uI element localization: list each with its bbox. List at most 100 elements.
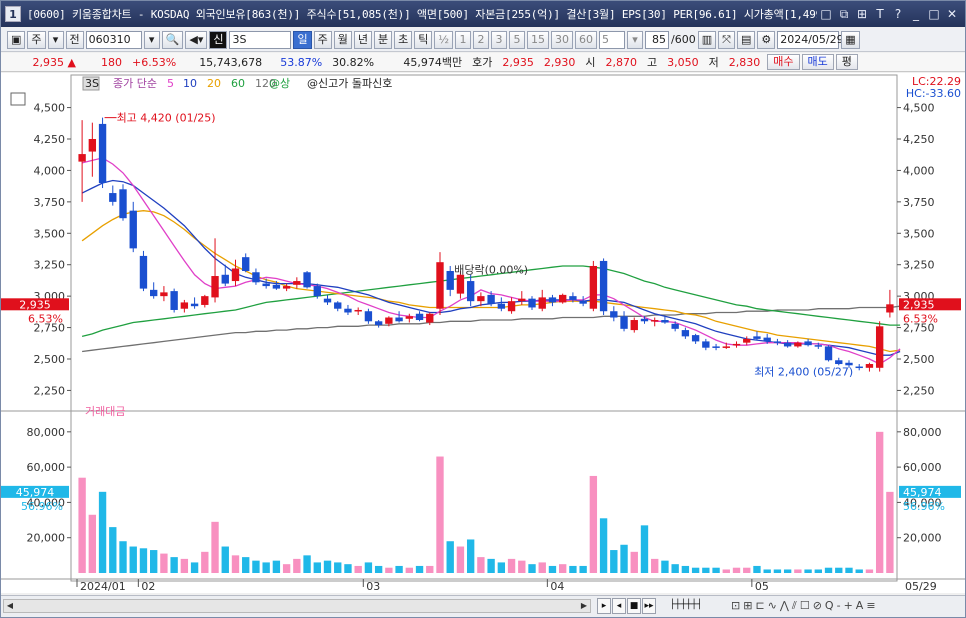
ma-legend-5: 5 [167,77,174,90]
candle-body [98,123,107,183]
code-dropdown-icon[interactable]: ▾ [143,30,160,49]
font-icon[interactable]: T [871,7,889,22]
candle-body [886,304,894,313]
speaker-icon[interactable]: ◀▾ [185,30,208,49]
fraction-button[interactable]: ½ [434,30,454,49]
minute-5[interactable]: 5 [509,30,526,49]
title-bar: 1 [0600] 키움종합차트 - KOSDAQ 외국인보유[863(천)] 주… [1,1,965,27]
minute-3[interactable]: 3 [491,30,508,49]
volume-bar [865,569,874,573]
horizontal-scrollbar[interactable]: ◀ ▶ [3,599,591,613]
volume-bar [671,564,679,573]
open-label: 시 [585,56,596,69]
period-second[interactable]: 초 [394,30,413,49]
minute-1[interactable]: 1 [455,30,472,49]
chart-type-icon[interactable]: ▥ [697,30,717,49]
period-year[interactable]: 년 [353,30,372,49]
candle-body [712,346,720,348]
tool-box-icon[interactable]: ☐ [800,599,810,613]
tool-grid-icon[interactable]: ⊞ [743,599,752,613]
volume-bar [681,565,690,573]
text-size-icon[interactable]: A [856,599,864,613]
app-icon[interactable]: 1 [5,6,21,22]
close-icon[interactable]: ✕ [943,7,961,22]
candle-body [436,262,444,309]
volume-bar [272,560,281,573]
stock-name-field[interactable]: 3S [229,30,292,49]
tool-bracket-icon[interactable]: ⊏ [755,599,764,613]
zoom-slider[interactable]: ├┼┼┼┼┤ [657,598,715,614]
volume-bar [589,475,598,573]
minute-60[interactable]: 60 [575,30,598,49]
gear-icon[interactable]: ⚙ [757,30,776,49]
tile-icon[interactable]: ⧉ [835,7,853,22]
period-day[interactable]: 일 [293,30,312,49]
candle-body [732,343,741,346]
minimize-icon[interactable]: _ [907,7,925,22]
x-tick-label: 05 [755,580,769,593]
tool-wave-icon[interactable]: ∿ [768,599,777,613]
volume-bar [415,565,424,573]
minute-2[interactable]: 2 [473,30,490,49]
back-icon[interactable]: ◂ [612,598,626,614]
zoom-icon[interactable]: Q [825,599,834,613]
volume-bar [518,560,526,573]
x-tick-label: 2024/01 [80,580,126,593]
maximize-icon[interactable]: □ [925,7,943,22]
count-dropdown-icon[interactable]: ▾ [627,30,644,49]
period-tick[interactable]: 틱 [414,30,433,49]
chart-area[interactable]: 4,500 4,500 4,250 4,250 4,000 4,000 3,750 3,750… [1,73,965,593]
buy-button[interactable]: 매수 [767,54,800,70]
period-week[interactable]: 주 [313,30,332,49]
y-tick-label-right: 3,500 [903,227,935,240]
count-input[interactable]: 5 [599,30,626,49]
volume-bar [354,565,362,573]
volume-bar [395,565,403,573]
save-icon[interactable]: ▤ [736,30,756,49]
price-chart[interactable]: 4,500 4,500 4,250 4,250 4,000 4,000 3,750 3,750… [1,73,965,593]
date-input[interactable]: 2024/05/29 [777,30,844,49]
menu-icon[interactable]: ▣ [7,30,26,49]
list-icon[interactable]: ≡ [866,599,875,613]
scroll-left-icon[interactable]: ◀ [4,600,16,612]
play-icon[interactable]: ▸ [597,598,611,614]
sell-button[interactable]: 매도 [801,54,834,70]
calendar-icon[interactable]: ▦ [841,30,860,49]
help-icon[interactable]: ? [889,7,907,22]
candle-body [119,189,127,219]
volume-bar [702,567,710,573]
scroll-right-icon[interactable]: ▶ [578,600,590,612]
candle-body [599,260,608,312]
tool-snapshot-icon[interactable]: ⊡ [731,599,740,613]
pin-icon[interactable]: ⊞ [853,7,871,22]
volume-bar [610,550,618,573]
volume-bar [303,555,311,573]
change-percent: +6.53% [132,55,177,69]
period-month[interactable]: 월 [333,30,352,49]
minute-15[interactable]: 15 [527,30,550,49]
open-price: 2,870 [605,55,638,69]
compare-icon[interactable]: ⤧ [718,30,735,49]
eval-button[interactable]: 평 [835,54,858,70]
fast-forward-icon[interactable]: ▸▸ [642,598,656,614]
volume-bar [855,569,863,573]
period-minute[interactable]: 분 [373,30,393,49]
window-title: [0600] 키움종합차트 - KOSDAQ 외국인보유[863(천)] 주식수… [27,8,817,21]
restore-small-icon[interactable]: □ [817,7,835,22]
tool-angle-icon[interactable]: ⋀ [780,599,789,613]
zoom-in-icon[interactable]: + [844,599,853,613]
tool-parallel-icon[interactable]: ⫽ [792,599,797,613]
stock-code-input[interactable]: 060310 [85,30,142,49]
mode-dropdown-icon[interactable]: ▾ [47,30,64,49]
high-label: 고 [647,56,658,69]
volume-bar [323,560,332,573]
range-input[interactable]: 85 [645,30,670,49]
y-tick-label-left: 3,500 [34,227,66,240]
all-button[interactable]: 전 [65,30,84,49]
stop-icon[interactable]: ■ [627,598,641,614]
zoom-out-icon[interactable]: - [837,599,841,613]
search-icon[interactable]: 🔍 [161,30,184,49]
tool-erase-icon[interactable]: ⊘ [813,599,822,613]
minute-30[interactable]: 30 [551,30,574,49]
mode-button[interactable]: 주 [27,30,46,49]
